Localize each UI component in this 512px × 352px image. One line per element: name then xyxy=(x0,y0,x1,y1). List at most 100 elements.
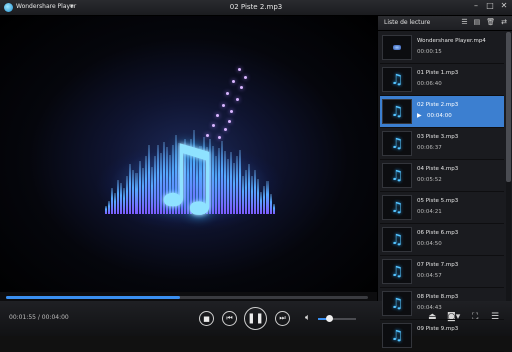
equalizer-bar xyxy=(135,172,138,214)
player-window: Wondershare Player ▾ 02 Piste 2.mp3 – □ … xyxy=(0,0,512,352)
playlist-item-duration: 00:06:37 xyxy=(417,145,442,151)
playlist-item[interactable]: Wondershare Player.mp4 00:00:15 xyxy=(380,32,504,64)
minimize-icon[interactable]: – xyxy=(472,1,480,10)
equalizer-bar xyxy=(242,176,245,214)
playlist-item[interactable]: ♫ 08 Piste 8.mp3 00:04:43 xyxy=(380,288,504,320)
playlist-item-name: 02 Piste 2.mp3 xyxy=(417,102,459,108)
music-note-icon: ♫ xyxy=(382,99,412,124)
music-note-icon: ♫ xyxy=(382,227,412,252)
playlist-item[interactable]: ♫ 04 Piste 4.mp3 00:05:52 xyxy=(380,160,504,192)
sparkle xyxy=(240,86,243,89)
playlist-item-name: 01 Piste 1.mp3 xyxy=(417,70,459,76)
video-thumbnail xyxy=(382,35,412,60)
playlist-item-duration: 00:05:52 xyxy=(417,177,442,183)
music-note-icon: ♫ xyxy=(382,131,412,156)
equalizer-bar xyxy=(272,203,275,214)
playlist-item[interactable]: ♫ 06 Piste 6.mp3 00:04:50 xyxy=(380,224,504,256)
sparkle xyxy=(212,124,215,127)
equalizer-bar xyxy=(111,187,114,214)
sparkle xyxy=(218,136,221,139)
sparkle xyxy=(224,128,227,131)
equalizer-bar xyxy=(260,191,263,214)
equalizer-bar xyxy=(114,192,117,214)
equalizer-bar xyxy=(105,206,108,214)
playlist-item-name: 09 Piste 9.mp3 xyxy=(417,326,459,332)
stop-button[interactable]: ■ xyxy=(199,311,214,326)
playlist-item-duration: 00:04:00 xyxy=(427,113,452,119)
volume-slider[interactable] xyxy=(318,315,356,322)
playlist-item-name: 07 Piste 7.mp3 xyxy=(417,262,459,268)
music-note-icon: ♫ xyxy=(382,163,412,188)
playlist-item[interactable]: ♫ 02 Piste 2.mp3 ▶ 00:04:00 xyxy=(380,96,504,128)
sparkle xyxy=(232,80,235,83)
playlist-item[interactable]: ♫ 01 Piste 1.mp3 00:06:40 xyxy=(380,64,504,96)
playlist-item-duration: 00:04:50 xyxy=(417,241,442,247)
equalizer-bar xyxy=(226,159,229,214)
equalizer-bar xyxy=(266,180,269,214)
playlist-item[interactable]: ♫ 05 Piste 5.mp3 00:04:21 xyxy=(380,192,504,224)
playlist-item[interactable]: ♫ 07 Piste 7.mp3 00:04:57 xyxy=(380,256,504,288)
equalizer-bar xyxy=(239,149,242,214)
equalizer-bar xyxy=(117,180,120,214)
scrollbar-thumb[interactable] xyxy=(506,32,511,182)
equalizer-bar xyxy=(245,169,248,214)
equalizer-bar xyxy=(132,169,135,214)
music-note-icon: ♫ xyxy=(382,67,412,92)
playlist-item-name: 03 Piste 3.mp3 xyxy=(417,134,459,140)
equalizer-bar xyxy=(251,175,254,214)
equalizer-bar xyxy=(257,179,260,214)
close-icon[interactable]: ✕ xyxy=(500,1,508,10)
equalizer-bar xyxy=(236,156,239,214)
equalizer-bar xyxy=(232,163,236,214)
volume-icon[interactable]: 🔈︎ xyxy=(305,313,310,323)
sparkle xyxy=(216,114,219,117)
equalizer-bar xyxy=(120,182,123,214)
equalizer-bar xyxy=(144,156,147,214)
playlist-item[interactable]: ♫ 03 Piste 3.mp3 00:06:37 xyxy=(380,128,504,160)
playing-icon: ▶ xyxy=(417,112,422,119)
playlist-item-duration: 00:04:43 xyxy=(417,305,442,311)
maximize-icon[interactable]: □ xyxy=(486,1,494,10)
app-name[interactable]: Wondershare Player xyxy=(16,3,76,10)
equalizer-bar xyxy=(126,175,129,214)
equalizer-bar xyxy=(248,163,251,214)
window-title: 02 Piste 2.mp3 xyxy=(229,3,283,11)
playlist-item-name: 06 Piste 6.mp3 xyxy=(417,230,459,236)
music-note-icon: ♫ xyxy=(382,195,412,220)
sparkle xyxy=(206,134,209,137)
playlist-item-duration: 00:00:15 xyxy=(417,49,442,55)
playlist-panel: Liste de lecture ☰ ▤ 🗑︎ ⇄ Wondershare Pl… xyxy=(377,16,512,352)
music-note-icon: ♫ xyxy=(148,127,226,227)
equalizer-bar xyxy=(141,167,144,214)
pause-button[interactable]: ❚❚ xyxy=(244,307,267,330)
video-area[interactable]: ♫ xyxy=(0,16,377,292)
sparkle xyxy=(238,68,241,71)
equalizer-bar xyxy=(263,186,266,214)
pause-icon: ❚❚ xyxy=(247,313,264,324)
playlist-icon[interactable]: ▤ xyxy=(474,18,481,26)
seek-progress xyxy=(6,296,180,299)
next-button[interactable]: ⏭ xyxy=(275,311,290,326)
volume-knob[interactable] xyxy=(325,315,333,322)
triangle-down-icon[interactable]: ▾ xyxy=(70,2,74,10)
sparkle xyxy=(226,92,229,95)
playlist-item-duration: 00:04:21 xyxy=(417,209,442,215)
title-bar: Wondershare Player ▾ 02 Piste 2.mp3 – □ … xyxy=(0,0,512,16)
playlist-item-duration: 00:06:40 xyxy=(417,81,442,87)
time-display: 00:01:55 / 00:04:00 xyxy=(9,314,69,321)
list-view-icon[interactable]: ☰ xyxy=(461,18,467,26)
sparkle xyxy=(244,76,247,79)
seek-bar[interactable] xyxy=(6,296,368,299)
music-note-icon: ♫ xyxy=(382,259,412,284)
music-note-icon: ♫ xyxy=(382,291,412,316)
playlist-title: Liste de lecture xyxy=(384,19,431,26)
delete-icon[interactable]: 🗑︎ xyxy=(486,18,495,26)
playlist-item[interactable]: ♫ 09 Piste 9.mp3 xyxy=(380,320,504,352)
equalizer-bar xyxy=(129,163,132,214)
sparkle xyxy=(230,110,233,113)
app-logo-icon xyxy=(4,3,13,12)
shuffle-icon[interactable]: ⇄ xyxy=(501,18,507,26)
previous-button[interactable]: ⏮ xyxy=(222,311,237,326)
playlist-scrollbar[interactable] xyxy=(506,32,511,301)
playlist-header: Liste de lecture ☰ ▤ 🗑︎ ⇄ xyxy=(378,16,512,31)
